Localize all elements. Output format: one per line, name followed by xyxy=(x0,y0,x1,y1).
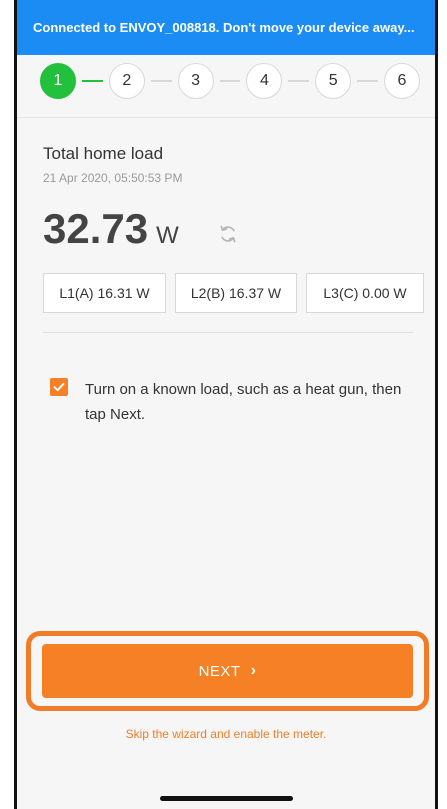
total-load-unit: W xyxy=(156,222,179,249)
home-indicator[interactable] xyxy=(160,796,293,801)
step-connector xyxy=(150,80,172,82)
checkmark-icon xyxy=(53,382,65,392)
next-button[interactable]: NEXT › xyxy=(42,644,413,698)
step-connector xyxy=(219,80,241,82)
step-connector xyxy=(82,80,103,82)
section-title: Total home load xyxy=(43,144,164,163)
refresh-icon[interactable] xyxy=(218,224,238,244)
phase-readings: L1(A) 16.31 W L2(B) 16.37 W L3(C) 0.00 W xyxy=(43,273,424,313)
phase-l1-reading: L1(A) 16.31 W xyxy=(43,273,166,313)
step-6[interactable]: 6 xyxy=(383,63,420,99)
step-5[interactable]: 5 xyxy=(315,63,352,99)
total-load-value: 32.73 xyxy=(43,205,149,252)
step-2[interactable]: 2 xyxy=(108,63,145,99)
phase-l3-reading: L3(C) 0.00 W xyxy=(306,273,424,313)
connection-banner-text: Connected to ENVOY_008818. Don't move yo… xyxy=(33,20,415,35)
next-button-label: NEXT xyxy=(198,662,241,680)
known-load-checkbox[interactable] xyxy=(50,378,68,396)
skip-wizard-link[interactable]: Skip the wizard and enable the meter. xyxy=(17,727,435,741)
step-3[interactable]: 3 xyxy=(177,63,214,99)
connection-banner: Connected to ENVOY_008818. Don't move yo… xyxy=(17,0,435,55)
step-1[interactable]: 1 xyxy=(40,63,76,99)
chevron-right-icon: › xyxy=(250,662,257,679)
wizard-screen: 1 2 3 4 5 6 Total home load 21 Apr 2020,… xyxy=(17,55,435,809)
phase-l2-reading: L2(B) 16.37 W xyxy=(175,273,297,313)
step-4[interactable]: 4 xyxy=(246,63,283,99)
phone-frame: Connected to ENVOY_008818. Don't move yo… xyxy=(14,0,438,809)
step-indicator: 1 2 3 4 5 6 xyxy=(40,61,420,101)
total-load-reading: 32.73 W xyxy=(43,205,179,253)
reading-timestamp: 21 Apr 2020, 05:50:53 PM xyxy=(43,171,183,185)
step-connector xyxy=(357,80,378,82)
section-divider xyxy=(43,332,413,333)
header-divider xyxy=(17,117,435,118)
step-connector xyxy=(288,80,310,82)
instruction-text: Turn on a known load, such as a heat gun… xyxy=(85,381,402,423)
